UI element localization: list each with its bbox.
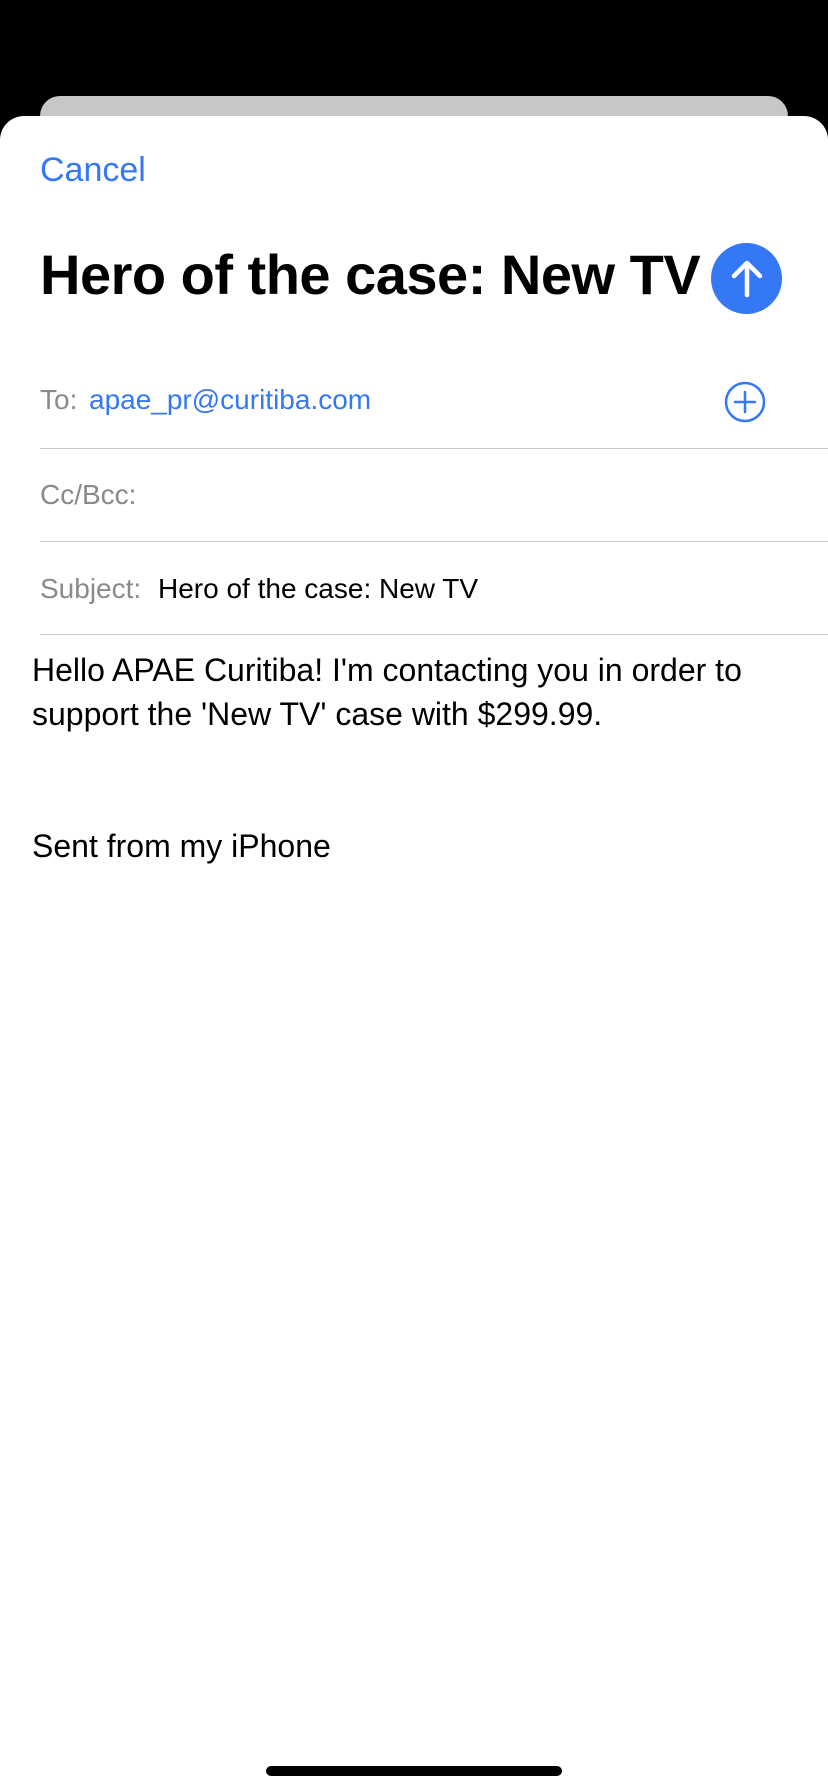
to-field-row[interactable]: To: apae_pr@curitiba.com: [40, 356, 828, 449]
subject-value[interactable]: Hero of the case: New TV: [158, 575, 478, 603]
message-body[interactable]: Hello APAE Curitiba! I'm contacting you …: [32, 648, 792, 736]
add-recipient-button[interactable]: [724, 381, 766, 423]
cc-bcc-label: Cc/Bcc:: [40, 479, 137, 510]
signature[interactable]: Sent from my iPhone: [32, 824, 331, 868]
to-label: To:: [40, 384, 78, 415]
send-button[interactable]: [711, 243, 782, 314]
plus-circle-icon: [724, 381, 766, 423]
arrow-up-icon: [731, 260, 762, 297]
cc-bcc-field-row[interactable]: Cc/Bcc:: [40, 449, 828, 542]
compose-title: Hero of the case: New TV: [40, 243, 701, 306]
cancel-button[interactable]: Cancel: [40, 150, 146, 191]
subject-label: Subject:: [40, 573, 142, 604]
home-indicator[interactable]: [266, 1766, 562, 1776]
mail-compose-sheet: Cancel Hero of the case: New TV To: apae…: [0, 116, 828, 1792]
subject-field-row[interactable]: Subject: Hero of the case: New TV: [40, 542, 828, 635]
to-recipient[interactable]: apae_pr@curitiba.com: [89, 386, 371, 414]
